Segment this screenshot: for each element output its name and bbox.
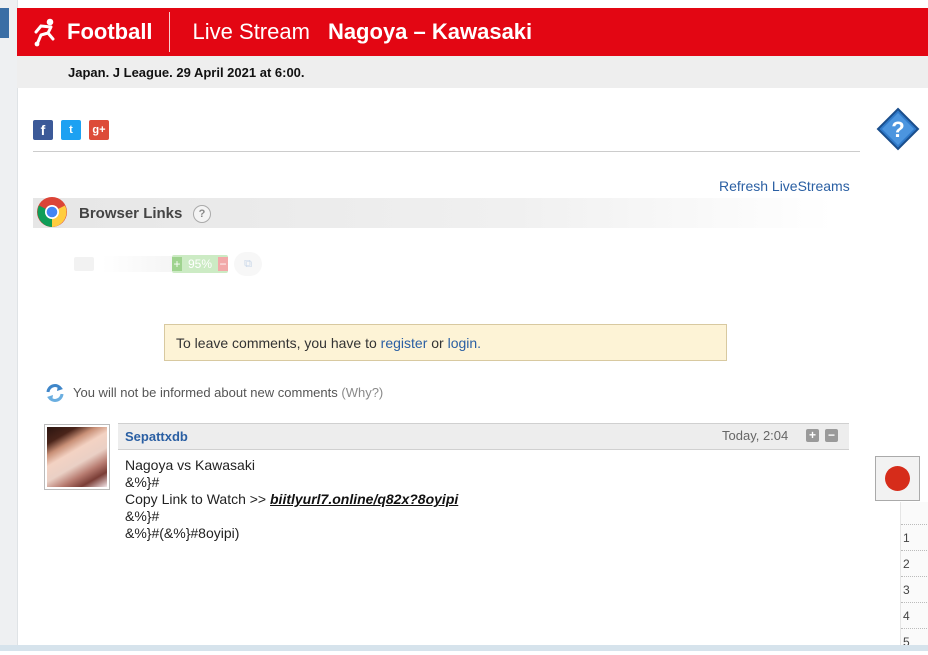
comment-line: &%}#(&%}#8oyipi) <box>125 525 240 541</box>
stream-quality-badge <box>74 257 94 271</box>
notification-info: You will not be informed about new comme… <box>73 385 383 400</box>
facebook-share-icon[interactable]: f <box>33 120 53 140</box>
browser-links-title: Browser Links <box>79 205 183 222</box>
comment-header: Sepattxdb Today, 2:04 + − <box>118 423 849 450</box>
rate-down-icon[interactable]: − <box>218 257 228 271</box>
refresh-livestreams-link[interactable]: Refresh LiveStreams <box>719 178 850 194</box>
comment-rate-down-icon[interactable]: − <box>825 429 838 442</box>
comment-line: Copy Link to Watch >> biitlyurl7.online/… <box>125 491 458 508</box>
comment-line: &%}# <box>125 474 160 490</box>
list-item[interactable]: 4 <box>901 602 928 628</box>
divider <box>33 151 860 152</box>
googleplus-share-icon[interactable]: g+ <box>89 120 109 140</box>
list-item[interactable]: 2 <box>901 550 928 576</box>
comment-link[interactable]: biitlyurl7.online/q82x?8oyipi <box>270 491 458 507</box>
left-edge-panel <box>0 0 18 651</box>
notification-info-text: You will not be informed about new comme… <box>73 385 338 400</box>
help-diamond-icon[interactable]: ? <box>876 107 920 151</box>
football-logo-icon[interactable] <box>27 14 63 50</box>
list-item[interactable]: 3 <box>901 576 928 602</box>
login-link[interactable]: login. <box>448 335 481 351</box>
avatar-image <box>47 427 107 487</box>
stream-row[interactable]: + 95% − ⧉ <box>74 252 264 276</box>
notice-text: To leave comments, you have to <box>176 335 377 351</box>
right-number-list: 1 2 3 4 5 <box>900 502 928 651</box>
comment-body: Nagoya vs Kawasaki &%}# Copy Link to Wat… <box>125 457 458 542</box>
bottom-scrollbar[interactable] <box>0 645 928 651</box>
brand-title[interactable]: Football <box>67 19 153 45</box>
comment-rate-up-icon[interactable]: + <box>806 429 819 442</box>
stream-open-icon[interactable]: ⧉ <box>234 252 262 276</box>
comment-time: Today, 2:04 <box>722 428 789 443</box>
notice-or: or <box>431 335 444 351</box>
record-dot-icon <box>885 466 910 491</box>
left-edge-tab[interactable] <box>0 8 9 38</box>
live-record-button[interactable] <box>875 456 920 501</box>
help-icon[interactable]: ? <box>193 205 211 223</box>
chrome-icon <box>36 196 68 228</box>
comment-author[interactable]: Sepattxdb <box>125 429 188 444</box>
avatar[interactable] <box>44 424 110 490</box>
match-info-text: Japan. J League. 29 April 2021 at 6:00. <box>68 65 305 80</box>
list-item[interactable]: 1 <box>901 524 928 550</box>
register-link[interactable]: register <box>381 335 428 351</box>
why-link[interactable]: (Why?) <box>341 385 383 400</box>
rating-value: 95% <box>187 257 213 271</box>
section-title: Live Stream <box>192 19 310 44</box>
refresh-arrows-icon <box>44 382 66 404</box>
match-info-bar: Japan. J League. 29 April 2021 at 6:00. <box>17 56 928 88</box>
stream-name-placeholder <box>102 256 172 272</box>
comment-line: &%}# <box>125 508 160 524</box>
stream-rating: + 95% − <box>172 255 228 273</box>
comment-link-prefix: Copy Link to Watch >> <box>125 491 267 507</box>
site-header: Football Live Stream Nagoya – Kawasaki <box>17 8 928 56</box>
match-title: Nagoya – Kawasaki <box>327 19 533 44</box>
rate-up-icon[interactable]: + <box>172 257 182 271</box>
login-notice: To leave comments, you have to register … <box>164 324 727 361</box>
twitter-share-icon[interactable]: t <box>61 120 81 140</box>
comment-line: Nagoya vs Kawasaki <box>125 457 255 473</box>
svg-text:?: ? <box>891 117 904 142</box>
header-divider <box>168 12 170 52</box>
